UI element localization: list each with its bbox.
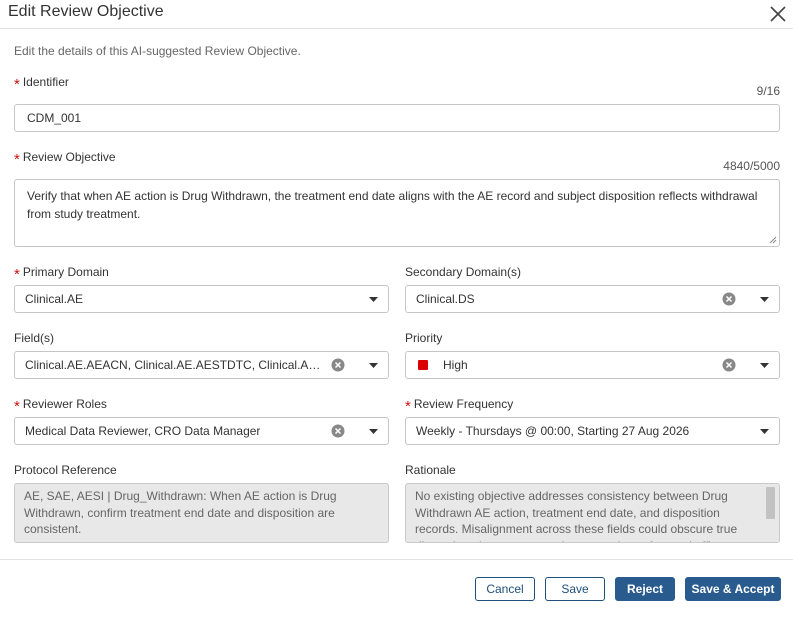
required-mark: *: [405, 398, 411, 415]
identifier-label: * Identifier: [14, 75, 69, 93]
dialog-footer: Cancel Save Reject Save & Accept: [0, 559, 793, 617]
save-button[interactable]: Save: [545, 577, 605, 601]
primary-domain-value: Clinical.AE: [25, 292, 84, 306]
identifier-counter: 9/16: [756, 84, 780, 98]
reviewer-roles-label: * Reviewer Roles: [14, 397, 107, 415]
protocol-reference-field: AE, SAE, AESI | Drug_Withdrawn: When AE …: [14, 483, 389, 543]
rationale-field: No existing objective addresses consiste…: [405, 483, 780, 543]
secondary-domains-value: Clinical.DS: [416, 292, 475, 306]
cancel-button[interactable]: Cancel: [475, 577, 535, 601]
close-icon[interactable]: [768, 4, 788, 24]
review-frequency-value: Weekly - Thursdays @ 00:00, Starting 27 …: [416, 424, 690, 438]
protocol-reference-text: AE, SAE, AESI | Drug_Withdrawn: When AE …: [24, 489, 337, 536]
priority-color-swatch: [418, 360, 428, 370]
review-frequency-select[interactable]: Weekly - Thursdays @ 00:00, Starting 27 …: [405, 417, 780, 445]
clear-icon[interactable]: [722, 292, 736, 306]
primary-domain-select[interactable]: Clinical.AE: [14, 285, 389, 313]
chevron-down-icon[interactable]: [760, 429, 769, 435]
fields-label: Field(s): [14, 331, 55, 345]
save-accept-button[interactable]: Save & Accept: [685, 577, 781, 601]
protocol-reference-label: Protocol Reference: [14, 463, 117, 477]
review-objective-label: * Review Objective: [14, 150, 116, 168]
clear-icon[interactable]: [722, 358, 736, 372]
secondary-domains-label: Secondary Domain(s): [405, 265, 522, 279]
reject-button[interactable]: Reject: [615, 577, 675, 601]
chevron-down-icon[interactable]: [760, 297, 769, 303]
required-mark: *: [14, 151, 20, 168]
clear-icon[interactable]: [331, 358, 345, 372]
reviewer-roles-value: Medical Data Reviewer, CRO Data Manager: [25, 424, 261, 438]
required-mark: *: [14, 398, 20, 415]
primary-domain-label: * Primary Domain: [14, 265, 109, 283]
secondary-domains-select[interactable]: Clinical.DS: [405, 285, 780, 313]
chevron-down-icon[interactable]: [369, 429, 378, 435]
clear-icon[interactable]: [331, 424, 345, 438]
required-mark: *: [14, 76, 20, 93]
chevron-down-icon[interactable]: [369, 363, 378, 369]
chevron-down-icon[interactable]: [760, 363, 769, 369]
fields-select[interactable]: Clinical.AE.AEACN, Clinical.AE.AESTDTC, …: [14, 351, 389, 379]
identifier-input[interactable]: [15, 105, 779, 131]
review-objective-counter: 4840/5000: [723, 159, 780, 173]
resize-handle-icon[interactable]: [769, 236, 777, 244]
chevron-down-icon[interactable]: [369, 297, 378, 303]
required-mark: *: [14, 266, 20, 283]
review-objective-field[interactable]: Verify that when AE action is Drug Withd…: [14, 179, 780, 247]
dialog-header: Edit Review Objective: [0, 0, 793, 29]
fields-value: Clinical.AE.AEACN, Clinical.AE.AESTDTC, …: [25, 358, 323, 372]
dialog-subtitle: Edit the details of this AI-suggested Re…: [14, 44, 301, 58]
rationale-text: No existing objective addresses consiste…: [415, 489, 738, 542]
review-frequency-label: * Review Frequency: [405, 397, 514, 415]
dialog-title: Edit Review Objective: [8, 3, 164, 20]
review-objective-textarea[interactable]: Verify that when AE action is Drug Withd…: [15, 180, 779, 246]
identifier-field[interactable]: [14, 104, 780, 132]
rationale-scrollbar[interactable]: [766, 487, 775, 519]
priority-label: Priority: [405, 331, 443, 345]
rationale-label: Rationale: [405, 463, 456, 477]
reviewer-roles-select[interactable]: Medical Data Reviewer, CRO Data Manager: [14, 417, 389, 445]
priority-select[interactable]: High: [405, 351, 780, 379]
priority-value: High: [443, 358, 468, 372]
